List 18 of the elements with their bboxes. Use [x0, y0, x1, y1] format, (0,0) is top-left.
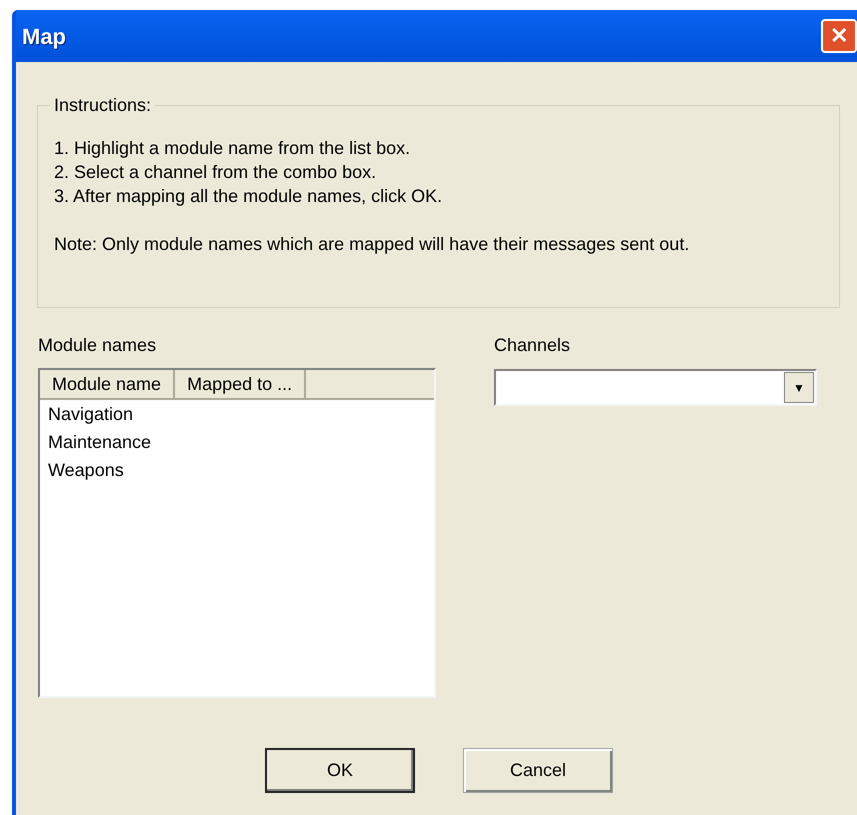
close-button[interactable]: ✕: [821, 19, 857, 53]
dropdown-arrow-button[interactable]: ▼: [784, 372, 814, 403]
dialog-button[interactable]: Cancel: [463, 748, 613, 793]
instruction-step: 2. Select a channel from the combo box.: [54, 160, 839, 184]
note-text: Note: Only module names which are mapped will have their messages sent out.: [54, 233, 690, 256]
module-names-label: Module names: [38, 334, 156, 357]
instruction-step: 1. Highlight a module name from the list box.: [54, 136, 839, 160]
dialog-button[interactable]: OK: [265, 748, 415, 793]
list-item[interactable]: Navigation: [48, 400, 434, 428]
instruction-step: 3. After mapping all the module names, click OK.: [54, 184, 839, 208]
module-list[interactable]: Module name Mapped to ... Navigation Maintenance Weapons: [38, 368, 436, 698]
column-header[interactable]: Mapped to ...: [175, 370, 306, 400]
list-item[interactable]: Maintenance: [48, 428, 434, 456]
channels-label: Channels: [494, 334, 570, 357]
list-item[interactable]: Weapons: [48, 456, 434, 484]
column-header[interactable]: Module name: [40, 370, 176, 400]
channel-dropdown[interactable]: ▼: [494, 369, 817, 406]
window-title: Map: [22, 22, 66, 51]
